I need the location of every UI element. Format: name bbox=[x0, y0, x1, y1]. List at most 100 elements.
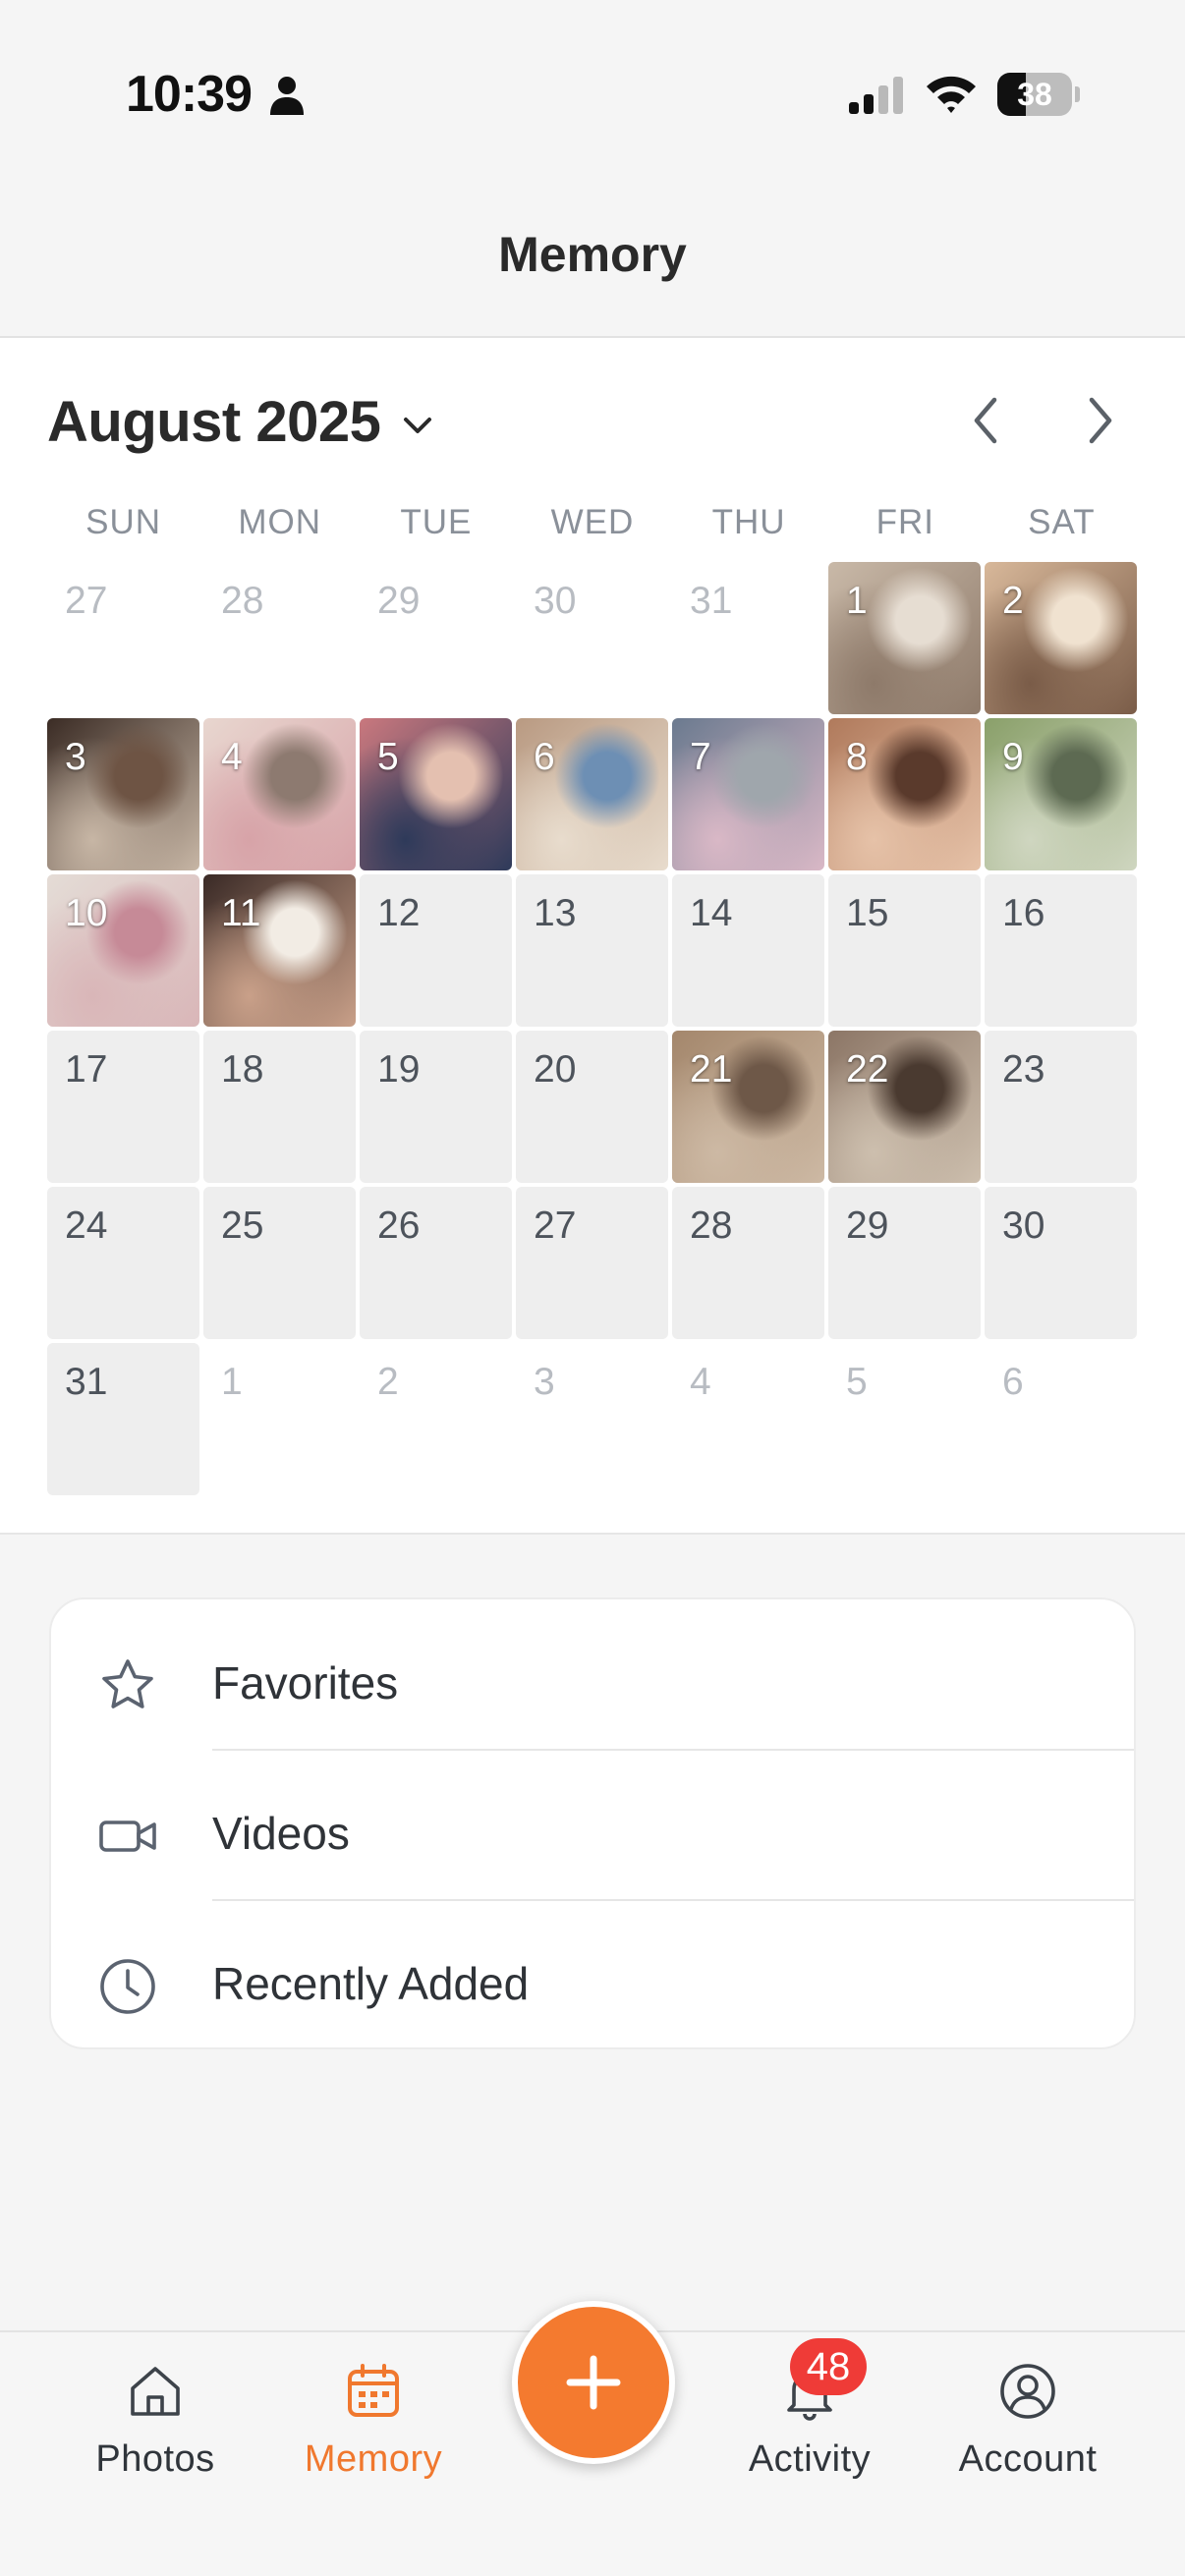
day-number: 2 bbox=[377, 1361, 399, 1403]
day-cell[interactable]: 30 bbox=[985, 1187, 1137, 1339]
day-cell[interactable]: 17 bbox=[47, 1031, 199, 1183]
day-cell-with-photo[interactable]: 11 bbox=[203, 874, 356, 1027]
day-cell-with-photo[interactable]: 21 bbox=[672, 1031, 824, 1183]
weekday-label: MON bbox=[238, 503, 322, 541]
day-number: 3 bbox=[65, 736, 86, 778]
day-cell[interactable]: 13 bbox=[516, 874, 668, 1027]
day-number: 20 bbox=[534, 1048, 577, 1091]
day-number: 4 bbox=[221, 736, 243, 778]
day-number: 1 bbox=[221, 1361, 243, 1403]
calendar-panel: August 2025 SUN MON TUE WED THU FRI SAT 27 28 29… bbox=[0, 338, 1185, 1535]
day-cell[interactable]: 16 bbox=[985, 874, 1137, 1027]
day-number: 9 bbox=[1002, 736, 1024, 778]
day-cell-with-photo[interactable]: 6 bbox=[516, 718, 668, 870]
day-cell-with-photo[interactable]: 4 bbox=[203, 718, 356, 870]
day-cell-with-photo[interactable]: 7 bbox=[672, 718, 824, 870]
day-cell: 2 bbox=[360, 1343, 512, 1495]
day-cell[interactable]: 24 bbox=[47, 1187, 199, 1339]
day-cell-with-photo[interactable]: 3 bbox=[47, 718, 199, 870]
tab-account[interactable]: Account bbox=[931, 2332, 1124, 2509]
day-number: 29 bbox=[846, 1204, 889, 1247]
weekday-label: THU bbox=[711, 503, 786, 541]
day-number: 8 bbox=[846, 736, 868, 778]
tab-activity-label: Activity bbox=[748, 2438, 872, 2480]
day-number: 30 bbox=[1002, 1204, 1045, 1247]
day-number: 27 bbox=[534, 1204, 577, 1247]
day-number: 19 bbox=[377, 1048, 421, 1091]
video-camera-icon bbox=[99, 1820, 156, 1852]
day-cell-with-photo[interactable]: 22 bbox=[828, 1031, 981, 1183]
weekday-header: SUN MON TUE WED THU FRI SAT bbox=[47, 503, 1138, 552]
previous-month-button[interactable] bbox=[958, 389, 1013, 452]
day-cell[interactable]: 18 bbox=[203, 1031, 356, 1183]
tab-memory[interactable]: Memory bbox=[277, 2332, 470, 2509]
chevron-down-icon bbox=[404, 417, 432, 433]
recently-added-row[interactable]: Recently Added bbox=[51, 1910, 1134, 2047]
wifi-icon bbox=[927, 76, 976, 113]
day-number: 6 bbox=[1002, 1361, 1024, 1403]
day-cell-with-photo[interactable]: 9 bbox=[985, 718, 1137, 870]
day-number: 15 bbox=[846, 892, 889, 934]
day-number: 2 bbox=[1002, 580, 1024, 622]
day-number: 26 bbox=[377, 1204, 421, 1247]
battery-level: 38 bbox=[1017, 77, 1052, 112]
day-cell-with-photo[interactable]: 2 bbox=[985, 562, 1137, 714]
day-cell-with-photo[interactable]: 8 bbox=[828, 718, 981, 870]
day-cell[interactable]: 20 bbox=[516, 1031, 668, 1183]
day-number: 24 bbox=[65, 1204, 108, 1247]
day-cell: 27 bbox=[47, 562, 199, 714]
day-number: 29 bbox=[377, 580, 421, 622]
person-icon bbox=[270, 77, 304, 115]
day-number: 1 bbox=[846, 580, 868, 622]
status-time: 10:39 bbox=[126, 66, 253, 123]
day-cell[interactable]: 26 bbox=[360, 1187, 512, 1339]
battery-icon: 38 bbox=[997, 73, 1080, 116]
calendar-icon bbox=[348, 2364, 399, 2417]
day-number: 4 bbox=[690, 1361, 711, 1403]
day-cell[interactable]: 27 bbox=[516, 1187, 668, 1339]
account-icon bbox=[1000, 2364, 1055, 2419]
page-title: Memory bbox=[498, 227, 687, 282]
day-cell[interactable]: 12 bbox=[360, 874, 512, 1027]
day-cell[interactable]: 31 bbox=[47, 1343, 199, 1495]
star-icon bbox=[102, 1659, 153, 1708]
day-number: 27 bbox=[65, 580, 108, 622]
tab-photos-label: Photos bbox=[95, 2438, 215, 2480]
day-number: 11 bbox=[221, 892, 261, 934]
day-cell[interactable]: 25 bbox=[203, 1187, 356, 1339]
favorites-row[interactable]: Favorites bbox=[51, 1609, 1134, 1759]
battery-tip bbox=[1075, 86, 1080, 102]
add-button[interactable] bbox=[512, 2301, 675, 2464]
day-number: 16 bbox=[1002, 892, 1045, 934]
chevron-right-icon bbox=[1089, 397, 1112, 444]
day-cell[interactable]: 29 bbox=[828, 1187, 981, 1339]
day-cell-with-photo[interactable]: 5 bbox=[360, 718, 512, 870]
weekday-label: FRI bbox=[875, 503, 934, 541]
day-cell: 4 bbox=[672, 1343, 824, 1495]
day-cell[interactable]: 28 bbox=[672, 1187, 824, 1339]
day-cell[interactable]: 15 bbox=[828, 874, 981, 1027]
day-number: 13 bbox=[534, 892, 577, 934]
day-cell-with-photo[interactable]: 10 bbox=[47, 874, 199, 1027]
day-cell[interactable]: 23 bbox=[985, 1031, 1137, 1183]
day-cell[interactable]: 19 bbox=[360, 1031, 512, 1183]
day-number: 5 bbox=[377, 736, 399, 778]
month-label: August 2025 bbox=[47, 390, 381, 454]
day-cell-with-photo[interactable]: 1 bbox=[828, 562, 981, 714]
day-number: 28 bbox=[221, 580, 264, 622]
tab-photos[interactable]: Photos bbox=[59, 2332, 252, 2509]
day-number: 7 bbox=[690, 736, 711, 778]
day-number: 12 bbox=[377, 892, 421, 934]
notification-badge: 48 bbox=[790, 2338, 867, 2395]
collections-list: Favorites Videos Recently Added bbox=[49, 1597, 1136, 2049]
videos-row[interactable]: Videos bbox=[51, 1760, 1134, 1909]
day-number: 6 bbox=[534, 736, 555, 778]
day-cell: 6 bbox=[985, 1343, 1137, 1495]
day-number: 22 bbox=[846, 1048, 889, 1091]
next-month-button[interactable] bbox=[1073, 389, 1128, 452]
day-cell[interactable]: 14 bbox=[672, 874, 824, 1027]
month-selector[interactable]: August 2025 bbox=[47, 389, 435, 455]
day-number: 17 bbox=[65, 1048, 108, 1091]
videos-label: Videos bbox=[212, 1808, 350, 1859]
day-cell: 3 bbox=[516, 1343, 668, 1495]
